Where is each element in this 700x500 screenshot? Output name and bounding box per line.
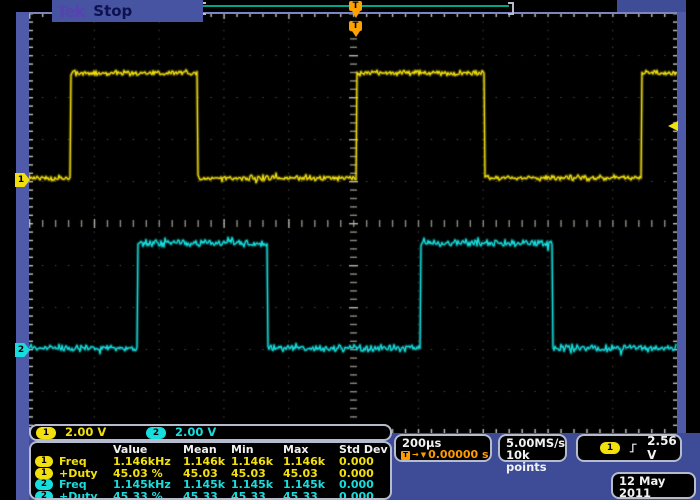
triangle-down-icon: ▼ [421,449,426,461]
measurement-row: 2+Duty 45.33 %45.33 45.3345.33 0.000 [31,491,390,500]
measurement-row: 1Freq 1.146kHz1.146k 1.146k1.146k 0.000 [31,456,390,468]
trigger-position-arrow-icon [352,11,360,18]
acquisition-status: Stop [93,2,132,20]
trigger-position-flag-icon: T [349,1,362,11]
left-border-strip [16,12,29,500]
trigger-point-flag-icon: T [349,21,362,31]
trigger-t-icon: T [401,451,410,460]
trigger-point-arrow-icon [352,31,360,37]
datetime-box: 12 May 2011 14:50:52 [611,472,696,499]
date: 12 May 2011 [613,475,694,499]
tek-logo: Tek [57,2,84,21]
channel1-badge: 1 [36,427,56,439]
trigger-readout-box: 1 2.56 V [576,434,682,462]
record-length: 10k points [500,449,565,473]
trigger-source-badge: 1 [600,442,620,454]
channel2-badge: 2 [146,427,166,439]
waveform-graticule [29,13,677,433]
horizontal-position: 0.00000 s [428,449,488,461]
channel1-badge: 1 [35,456,53,467]
measurement-row: 2Freq 1.145kHz1.145k 1.145k1.145k 0.000 [31,479,390,491]
channel2-badge: 2 [35,479,53,490]
acquisition-readout-box: 5.00MS/s 10k points [498,434,567,462]
channel1-scale: 2.00 V [65,426,106,439]
arrow-right-icon: → [412,449,419,461]
horizontal-readout-box: 200µs T→▼ 0.00000 s [394,434,492,462]
record-view-bracket-right-icon [508,2,514,15]
channel2-scale: 2.00 V [175,426,216,439]
trigger-level: 2.56 V [647,434,680,462]
trigger-level-arrow-icon [668,121,678,131]
measurement-table: Value Mean Min Max Std Dev 1Freq 1.146kH… [29,441,392,500]
right-border-strip [677,12,686,433]
rising-edge-icon [629,441,638,455]
channel1-badge: 1 [35,468,53,479]
channel2-badge: 2 [35,491,53,500]
horizontal-position-row: T→▼ 0.00000 s [396,449,490,461]
oscilloscope-screen: Tek Stop T T 1 2 1 2.00 V 2 2.00 V Value… [0,0,700,500]
channel-scale-bar: 1 2.00 V 2 2.00 V [29,424,392,441]
title-bar: Tek Stop [52,0,203,22]
